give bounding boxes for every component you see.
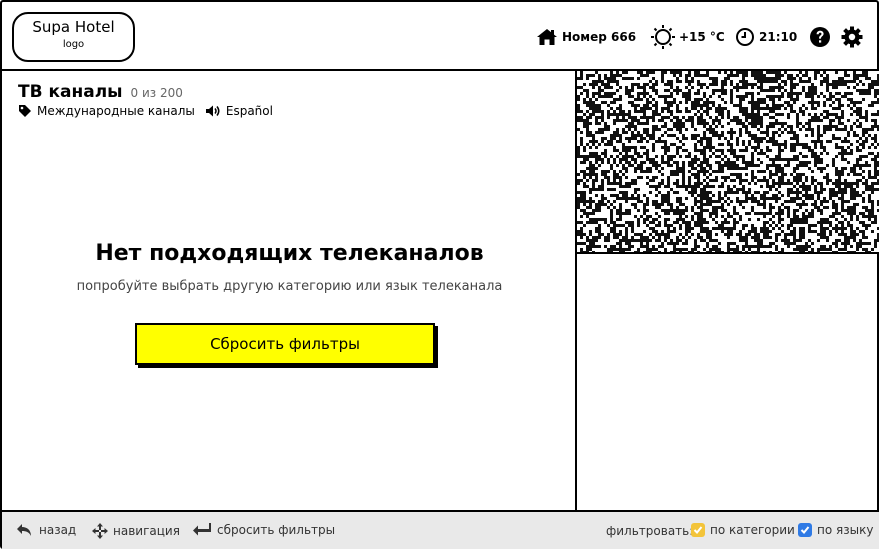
home-icon xyxy=(536,28,558,46)
header: Supa Hotel logo Номер 666 +15 °C 21:10 xyxy=(2,2,879,71)
logo-title: Supa Hotel xyxy=(32,18,115,36)
language-filter[interactable]: Español xyxy=(205,104,273,118)
room-info: Номер 666 xyxy=(536,24,636,50)
reset-filters-hint-label: сбросить фильтры xyxy=(217,523,336,537)
reset-filters-hint[interactable]: сбросить фильтры xyxy=(192,523,335,537)
title-row: ТВ каналы 0 из 200 xyxy=(18,82,183,102)
logo-subtitle: logo xyxy=(62,39,85,50)
active-filters: Международные каналы Español xyxy=(18,104,283,118)
filter-by-label: фильтровать: xyxy=(606,524,694,538)
static-noise-image xyxy=(577,71,879,252)
weather-info: +15 °C xyxy=(651,24,725,50)
app-window: Supa Hotel logo Номер 666 +15 °C 21:10 Т… xyxy=(0,0,879,549)
footer-hint-bar: назад навигация сбросить фильтры фильтро… xyxy=(2,510,879,549)
sun-icon xyxy=(651,25,675,49)
filter-by-category-checkbox[interactable]: по категории xyxy=(691,523,795,537)
back-hint[interactable]: назад xyxy=(16,523,76,537)
help-button[interactable] xyxy=(809,26,831,48)
temperature: +15 °C xyxy=(679,30,725,44)
clock-icon xyxy=(735,27,755,47)
reset-filters-button[interactable]: Сбросить фильтры xyxy=(135,323,435,365)
help-icon xyxy=(810,27,830,47)
category-filter[interactable]: Международные каналы xyxy=(18,104,195,118)
time: 21:10 xyxy=(759,30,798,44)
filter-by-language-label: по языку xyxy=(817,523,874,537)
tag-icon xyxy=(19,105,31,117)
clock-info: 21:10 xyxy=(735,24,797,50)
volume-icon xyxy=(205,105,220,117)
back-arrow-icon xyxy=(17,524,31,536)
page-title: ТВ каналы xyxy=(18,82,123,102)
navigation-label: навигация xyxy=(113,524,180,538)
language-filter-label: Español xyxy=(225,104,273,118)
channel-info-panel xyxy=(577,254,879,510)
channel-list-panel: ТВ каналы 0 из 200 Международные каналы … xyxy=(2,71,577,510)
move-arrows-icon xyxy=(92,523,108,539)
enter-key-icon xyxy=(193,523,211,536)
hotel-logo: Supa Hotel logo xyxy=(12,12,135,62)
gear-icon xyxy=(841,26,863,48)
tv-preview xyxy=(577,71,879,254)
empty-state-subtitle: попробуйте выбрать другую категорию или … xyxy=(76,279,503,294)
channel-count: 0 из 200 xyxy=(130,86,183,100)
filter-by-language-checkbox[interactable]: по языку xyxy=(798,523,873,537)
checkbox-checked-icon xyxy=(691,523,705,537)
settings-button[interactable] xyxy=(841,26,863,48)
navigation-hint[interactable]: навигация xyxy=(92,523,180,539)
room-label: Номер 666 xyxy=(562,30,637,44)
back-label: назад xyxy=(39,523,77,537)
empty-state-title: Нет подходящих телеканалов xyxy=(95,241,484,266)
filter-by-category-label: по категории xyxy=(710,523,795,537)
checkbox-checked-icon xyxy=(798,523,812,537)
category-filter-label: Международные каналы xyxy=(37,104,195,118)
